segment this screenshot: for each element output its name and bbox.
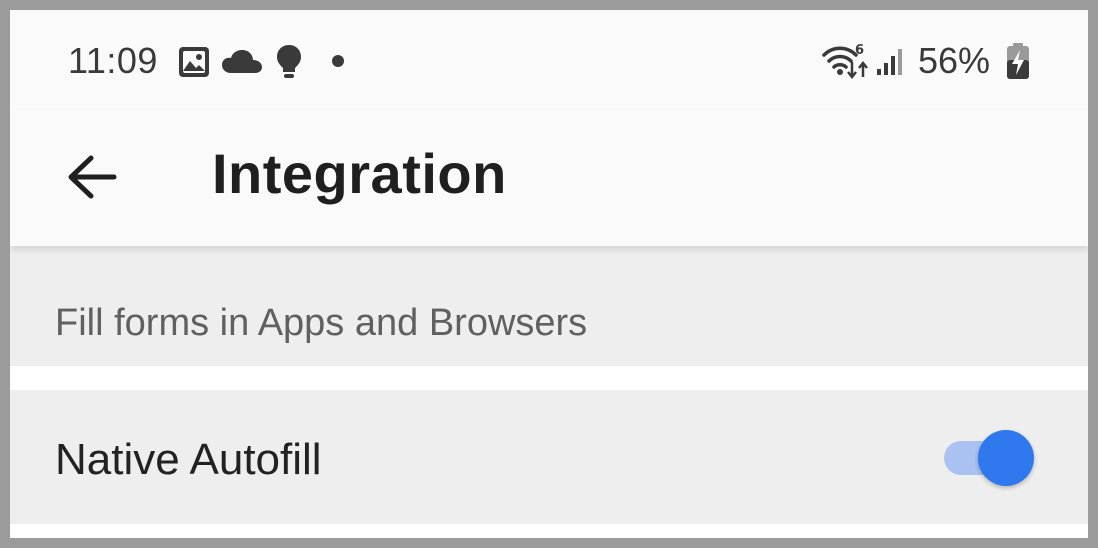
phone-screen: 11:09 6 56% Integration Fill forms in Ap…: [10, 10, 1088, 538]
cloud-icon: [222, 50, 262, 73]
arrow-left-icon: [68, 155, 117, 199]
section-header: Fill forms in Apps and Browsers: [10, 246, 1088, 366]
battery-percent: 56%: [918, 40, 991, 81]
image-icon: [179, 47, 209, 77]
native-autofill-toggle[interactable]: [942, 428, 1036, 488]
signal-icon: [877, 49, 902, 75]
back-button[interactable]: [52, 137, 132, 217]
lightbulb-icon: [277, 45, 301, 78]
native-autofill-row[interactable]: Native Autofill: [10, 390, 1088, 524]
section-header-label: Fill forms in Apps and Browsers: [55, 302, 588, 344]
status-bar: 11:09 6 56%: [10, 10, 1088, 110]
page-title: Integration: [212, 142, 507, 205]
dot-icon: [332, 55, 344, 67]
status-time: 11:09: [68, 40, 158, 81]
svg-text:6: 6: [855, 43, 864, 58]
native-autofill-label: Native Autofill: [55, 435, 322, 484]
settings-content: Fill forms in Apps and Browsers Native A…: [10, 246, 1088, 538]
battery-charging-icon: [1007, 43, 1029, 79]
app-bar: Integration: [10, 110, 1088, 246]
toggle-thumb: [978, 430, 1034, 486]
wifi-6-icon: 6: [822, 43, 868, 80]
